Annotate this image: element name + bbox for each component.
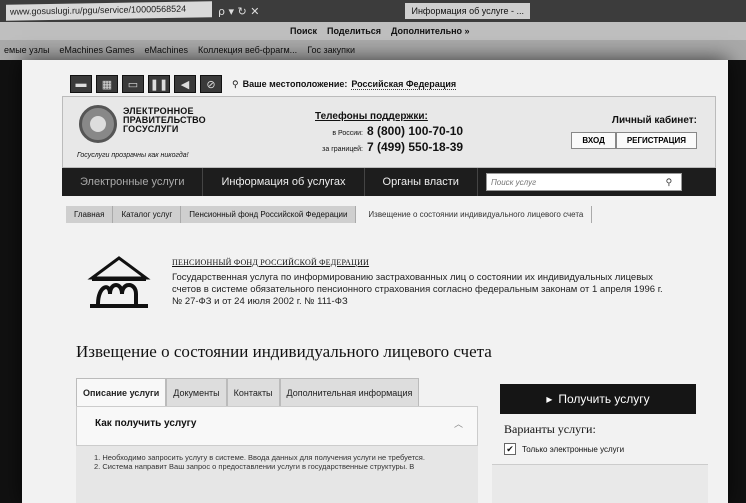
service-tabs: Описание услуги Документы Контакты Допол…	[76, 378, 420, 406]
sound-icon[interactable]: ◀	[174, 75, 196, 93]
browser-tab[interactable]: Информация об услуге - ...	[405, 3, 530, 19]
nav-electronic-services[interactable]: Электронные услуги	[62, 168, 204, 196]
toolbar-share-button[interactable]: Поделиться	[327, 26, 381, 36]
cabinet-header: Личный кабинет:	[611, 115, 697, 126]
step-text: 2. Система направит Ваш запрос о предост…	[94, 462, 415, 471]
favorites-item[interactable]: eMachines Games	[59, 45, 134, 55]
support-phones: Телефоны поддержки: в России: 8 (800) 10…	[305, 111, 525, 154]
page-title: Извещение о состоянии индивидуального ли…	[76, 342, 492, 361]
get-service-button[interactable]: ▸ Получить услугу	[500, 384, 696, 414]
search-icon[interactable]: ⚲	[659, 177, 679, 188]
howto-steps: 1. Необходимо запросить услугу в системе…	[76, 446, 478, 503]
site-header: ЭЛЕКТРОННОЕ ПРАВИТЕЛЬСТВО ГОСУСЛУГИ Госу…	[62, 96, 716, 168]
register-button[interactable]: РЕГИСТРАЦИЯ	[615, 132, 697, 149]
support-header: Телефоны поддержки:	[315, 111, 428, 122]
tab-contacts[interactable]: Контакты	[226, 378, 280, 406]
step-text: 1. Необходимо запросить услугу в системе…	[94, 453, 425, 462]
variants-panel	[492, 464, 708, 503]
electronic-only-label: Только электронные услуги	[522, 444, 625, 454]
browser-titlebar: www.gosuslugi.ru/pgu/service/10000568524…	[0, 0, 746, 22]
login-button[interactable]: ВХОД	[571, 132, 616, 149]
page-content: ▬ ▦ ▭ ❚❚ ◀ ⊘ ⚲ Ваше местоположение: Росс…	[22, 60, 728, 503]
address-bar[interactable]: www.gosuslugi.ru/pgu/service/10000568524	[6, 1, 212, 21]
screen-icon[interactable]: ▭	[122, 75, 144, 93]
agency-link[interactable]: ПЕНСИОННЫЙ ФОНД РОССИЙСКОЙ ФЕДЕРАЦИИ	[172, 258, 369, 267]
chevron-up-icon[interactable]: ︿	[454, 417, 463, 430]
favorites-item[interactable]: Коллекция веб-фрагм...	[198, 45, 297, 55]
service-search: ⚲	[485, 173, 682, 191]
nav-service-info[interactable]: Информация об услугах	[203, 168, 365, 196]
grid-icon[interactable]: ▦	[96, 75, 118, 93]
tab-documents[interactable]: Документы	[166, 378, 227, 406]
service-description: Государственная услуга по информированию…	[172, 272, 663, 307]
pause-icon[interactable]: ❚❚	[148, 75, 170, 93]
tab-additional-info[interactable]: Дополнительная информация	[279, 378, 420, 406]
pension-fund-logo-icon	[87, 256, 151, 308]
favorites-bar: емые узлы eMachines Games eMachines Колл…	[0, 40, 746, 60]
toolbar-search-button[interactable]: Поиск	[290, 26, 317, 36]
favorites-item[interactable]: eMachines	[144, 45, 188, 55]
breadcrumb: Главная Каталог услуг Пенсионный фонд Ро…	[66, 206, 593, 223]
reset-icon[interactable]: ⊘	[200, 75, 222, 93]
nav-authorities[interactable]: Органы власти	[365, 168, 478, 196]
electronic-only-option[interactable]: ✔ Только электронные услуги	[504, 443, 624, 455]
address-controls[interactable]: ρ ▾ ↻ ✕	[218, 5, 259, 18]
breadcrumb-pension-fund[interactable]: Пенсионный фонд Российской Федерации	[181, 206, 357, 223]
personal-cabinet: Личный кабинет: ВХОД РЕГИСТРАЦИЯ	[551, 115, 697, 149]
howto-accordion[interactable]: Как получить услугу ︿	[76, 406, 478, 446]
variants-label: Варианты услуги:	[504, 422, 596, 436]
support-abroad-number: 7 (499) 550-18-39	[367, 140, 464, 154]
location-selector[interactable]: ⚲ Ваше местоположение: Российская Федера…	[232, 78, 457, 90]
electronic-only-checkbox[interactable]: ✔	[504, 443, 516, 455]
main-nav: Электронные услуги Информация об услугах…	[62, 168, 716, 196]
tab-description[interactable]: Описание услуги	[76, 378, 167, 406]
browser-toolbar: Поиск Поделиться Дополнительно »	[0, 22, 746, 40]
gosuslugi-logo-icon[interactable]	[79, 105, 117, 143]
favorites-item[interactable]: Гос закупки	[307, 45, 355, 55]
service-search-input[interactable]	[486, 177, 659, 187]
logo-line: ГОСУСЛУГИ	[123, 124, 179, 134]
support-russia-label: в России:	[332, 130, 363, 137]
location-value[interactable]: Российская Федерация	[351, 79, 457, 90]
breadcrumb-catalog[interactable]: Каталог услуг	[113, 206, 182, 223]
tab-title: Информация об услуге - ...	[411, 6, 524, 16]
location-label: Ваше местоположение:	[242, 79, 348, 89]
toolbar-more-button[interactable]: Дополнительно »	[391, 26, 470, 36]
howto-header: Как получить услугу	[95, 418, 197, 429]
favorites-item[interactable]: емые узлы	[4, 45, 49, 55]
breadcrumb-current: Извещение о состоянии индивидуального ли…	[360, 206, 593, 223]
support-abroad-label: за границей:	[322, 146, 363, 153]
accessibility-strip: ▬ ▦ ▭ ❚❚ ◀ ⊘ ⚲ Ваше местоположение: Росс…	[70, 72, 457, 96]
get-service-label: Получить услугу	[558, 392, 650, 406]
breadcrumb-home[interactable]: Главная	[66, 206, 114, 223]
support-russia-number: 8 (800) 100-70-10	[367, 124, 464, 138]
play-icon: ▸	[546, 392, 553, 406]
site-logo-text[interactable]: ЭЛЕКТРОННОЕ ПРАВИТЕЛЬСТВО ГОСУСЛУГИ	[123, 107, 206, 134]
site-slogan: Госуслуги прозрачны как никогда!	[77, 152, 189, 159]
theme-icon[interactable]: ▬	[70, 75, 92, 93]
pin-icon: ⚲	[232, 78, 239, 89]
